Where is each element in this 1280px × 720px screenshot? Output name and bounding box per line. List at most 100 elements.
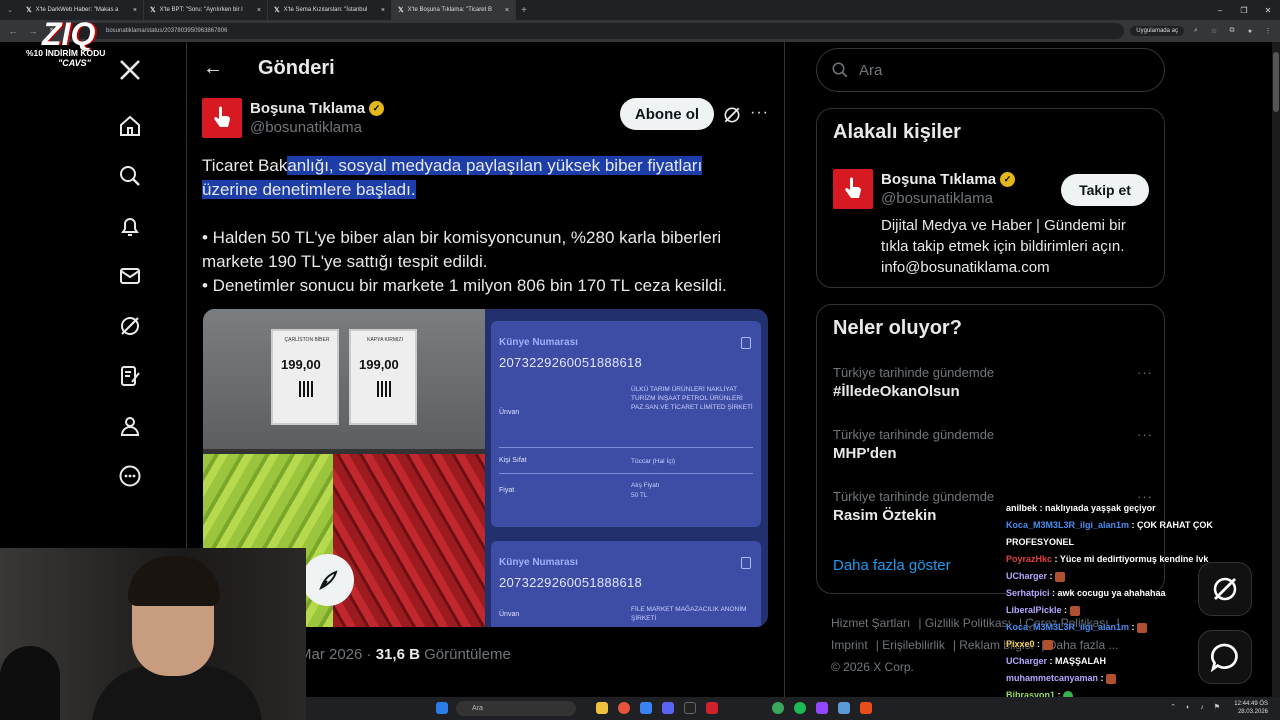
- related-handle[interactable]: @bosunatiklama: [881, 190, 1015, 207]
- more-options-icon[interactable]: [116, 462, 144, 490]
- spotify-icon[interactable]: [794, 702, 806, 714]
- grok-icon[interactable]: [116, 312, 144, 340]
- x-logo-icon[interactable]: [116, 56, 144, 84]
- verified-badge-icon: ✓: [1000, 172, 1016, 187]
- minimize-icon[interactable]: –: [1208, 0, 1232, 20]
- related-avatar[interactable]: [833, 169, 873, 209]
- tab-close-icon[interactable]: ×: [505, 7, 509, 14]
- back-nav-icon[interactable]: ←: [6, 26, 20, 36]
- profile-icon[interactable]: ●: [1244, 28, 1256, 35]
- browser-menu-icon[interactable]: ⋮: [1262, 27, 1274, 35]
- file-explorer-icon[interactable]: [596, 702, 608, 714]
- related-name[interactable]: Boşuna Tıklama: [881, 171, 996, 188]
- author-avatar[interactable]: [202, 98, 242, 138]
- footer-link[interactable]: Erişilebilirlik: [882, 638, 945, 652]
- registry-screenshot[interactable]: Künye Numarası 2073229260051888618 Ünvan…: [485, 309, 768, 627]
- discord-icon[interactable]: [662, 702, 674, 714]
- price-tag-name: ÇARLİSTON BİBER: [284, 337, 330, 343]
- app-icon[interactable]: [838, 702, 850, 714]
- chat-user: Koca_M3M3L3R_ilgi_alan1m: [1006, 520, 1130, 530]
- trend-context: Türkiye tarihinde gündemde: [833, 427, 995, 442]
- trend-topic: MHP'den: [833, 445, 897, 462]
- app-icon[interactable]: [706, 702, 718, 714]
- author-handle[interactable]: @bosunatiklama: [250, 119, 384, 136]
- new-tab-button[interactable]: +: [516, 5, 532, 16]
- messages-floating-button[interactable]: [1198, 630, 1252, 684]
- trend-more-icon[interactable]: ···: [1137, 427, 1153, 442]
- page-scrollbar[interactable]: [1272, 42, 1280, 697]
- tab-close-icon[interactable]: ×: [133, 7, 137, 14]
- post-date[interactable]: Mar 2026: [299, 646, 362, 663]
- whatsapp-icon[interactable]: [772, 702, 784, 714]
- panel-title: Alakalı kişiler: [833, 121, 961, 143]
- emote-icon: [1042, 639, 1053, 650]
- url-field[interactable]: bosunatiklama/status/2037803950963867806: [66, 23, 1125, 39]
- trend-item[interactable]: Türkiye tarihinde gündemde MHP'den ···: [833, 427, 1153, 462]
- search-input[interactable]: Ara: [816, 48, 1165, 92]
- follow-button[interactable]: Takip et: [1061, 174, 1149, 206]
- subscribe-button[interactable]: Abone ol: [620, 98, 714, 130]
- divider: [499, 473, 753, 474]
- browser-tab-active[interactable]: 𝕏 X'te Boşuna Tıklama: "Ticaret B ×: [392, 0, 516, 20]
- promo-code: "CAVS": [58, 58, 91, 68]
- taskbar-search[interactable]: Ara: [456, 701, 576, 716]
- windows-start-icon[interactable]: [436, 702, 448, 714]
- red-peppers: [333, 454, 485, 627]
- chat-user: UCharger: [1006, 571, 1048, 581]
- compose-post-button[interactable]: [302, 554, 354, 606]
- field-label: Fiyat: [499, 487, 515, 494]
- trend-more-icon[interactable]: ···: [1137, 365, 1153, 380]
- edge-icon[interactable]: [640, 702, 652, 714]
- restore-icon[interactable]: ❐: [1232, 0, 1256, 20]
- twitch-icon[interactable]: [816, 702, 828, 714]
- back-arrow-icon[interactable]: ←: [203, 57, 223, 80]
- chrome-icon[interactable]: [618, 702, 630, 714]
- tab-close-icon[interactable]: ×: [257, 7, 261, 14]
- obs-icon[interactable]: [684, 702, 696, 714]
- chat-message: Koca_M3M3L3R_ilgi_alan1m : ÇOK RAHAT ÇOK…: [1006, 520, 1213, 547]
- bookmark-star-icon[interactable]: ☆: [1208, 27, 1220, 35]
- copy-icon: [741, 557, 751, 569]
- search-icon: [832, 62, 848, 78]
- browser-tab[interactable]: 𝕏 X'te Sema Kızılarslan: "İstanbul ×: [268, 0, 392, 20]
- grok-floating-button[interactable]: [1198, 562, 1252, 616]
- app-icon[interactable]: [860, 702, 872, 714]
- lists-icon[interactable]: [116, 362, 144, 390]
- related-author[interactable]: Boşuna Tıklama ✓ @bosunatiklama: [881, 171, 1016, 207]
- chat-user: anilbek: [1006, 503, 1038, 513]
- zoom-icon[interactable]: ⌕: [1190, 27, 1202, 35]
- price-tag: KAPYA KIRMIZI 199,00: [349, 329, 417, 425]
- tab-title: X'te DarkWeb Haber: "Makas a: [35, 7, 119, 13]
- home-icon[interactable]: [116, 112, 144, 140]
- footer-link[interactable]: Gizlilik Politikası: [925, 616, 1011, 630]
- chat-user: muhammetcanyaman: [1006, 673, 1099, 683]
- footer-link[interactable]: Imprint: [831, 638, 868, 652]
- extensions-icon[interactable]: ⧉: [1226, 27, 1238, 35]
- scrollbar-thumb[interactable]: [1273, 52, 1279, 112]
- taskbar-clock[interactable]: 12:44:49 ÖS 28.03.2026: [1234, 700, 1268, 716]
- tab-close-icon[interactable]: ×: [381, 7, 385, 14]
- kunye-label: Künye Numarası: [499, 557, 578, 568]
- footer-link[interactable]: Hizmet Şartları: [831, 616, 910, 630]
- trend-item[interactable]: Türkiye tarihinde gündemde #İlledeOkanOl…: [833, 365, 1153, 400]
- explore-search-icon[interactable]: [116, 162, 144, 190]
- views-label: Görüntüleme: [424, 646, 511, 663]
- search-placeholder: Ara: [859, 61, 883, 79]
- x-favicon-icon: 𝕏: [274, 7, 280, 14]
- post-author[interactable]: Boşuna Tıklama ✓ @bosunatiklama: [250, 100, 385, 136]
- grok-explain-icon[interactable]: [722, 105, 742, 125]
- chat-text: naklıyıada yaşşak geçiyor: [1045, 503, 1156, 513]
- author-name[interactable]: Boşuna Tıklama: [250, 100, 365, 117]
- system-tray[interactable]: ⌃ ◐ ♪ ⚑: [1170, 703, 1224, 711]
- post-more-icon[interactable]: ···: [750, 104, 769, 122]
- copy-icon: [741, 337, 751, 349]
- tab-list-button[interactable]: ⌄: [0, 0, 20, 20]
- open-in-app-button[interactable]: Uygulamada aç: [1130, 26, 1184, 36]
- show-more-link[interactable]: Daha fazla göster: [833, 557, 951, 574]
- price-tag-price: 199,00: [359, 357, 399, 372]
- profile-person-icon[interactable]: [116, 412, 144, 440]
- close-window-icon[interactable]: ✕: [1256, 0, 1280, 20]
- messages-envelope-icon[interactable]: [116, 262, 144, 290]
- browser-tab[interactable]: 𝕏 X'te BPT: "Soru: "Ayrılırken bir l ×: [144, 0, 268, 20]
- notifications-bell-icon[interactable]: [116, 212, 144, 240]
